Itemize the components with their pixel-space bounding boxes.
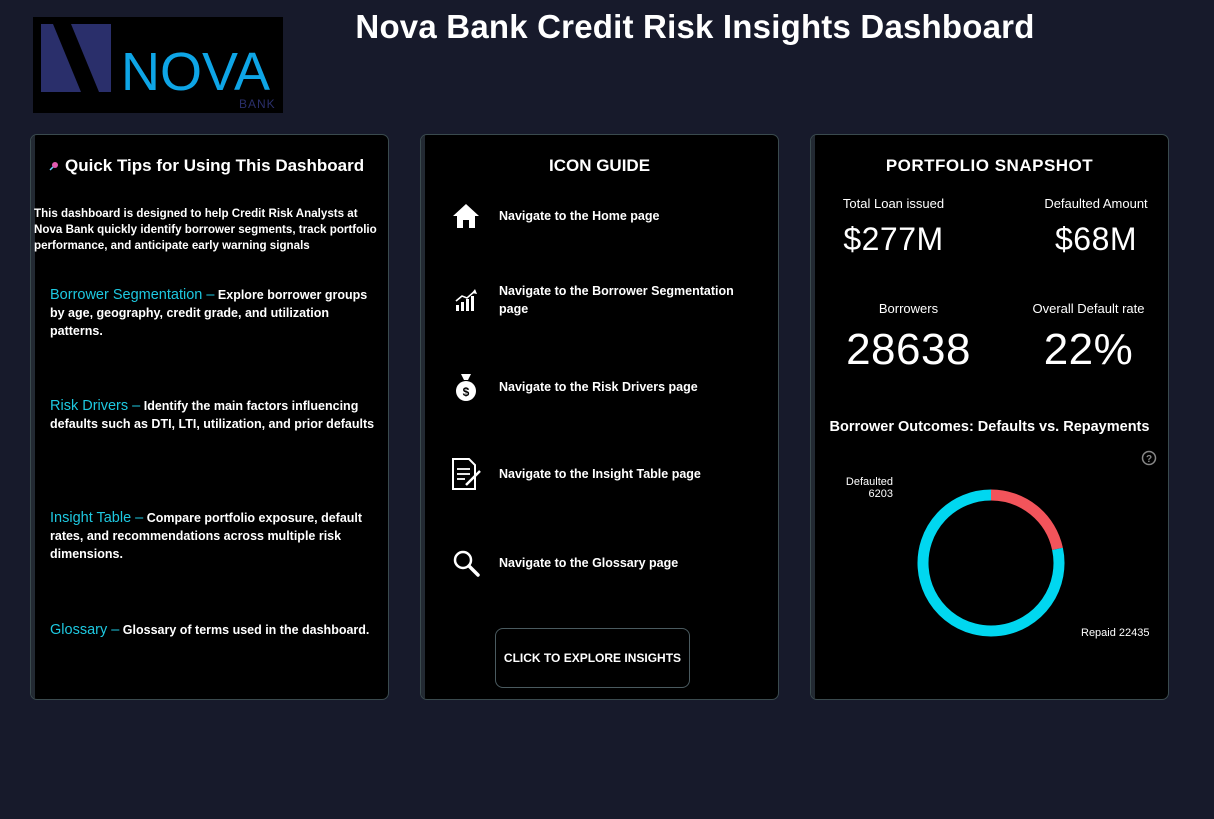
svg-text:$: $ bbox=[463, 385, 470, 399]
portfolio-snapshot-card: PORTFOLIO SNAPSHOT Total Loan issued $27… bbox=[810, 134, 1169, 700]
default-rate-value: 22% bbox=[1043, 325, 1134, 374]
defaulted-label-value: 6203 bbox=[868, 488, 893, 500]
tips-intro: This dashboard is designed to help Credi… bbox=[34, 207, 377, 252]
tip-desc: Glossary of terms used in the dashboard. bbox=[122, 623, 370, 637]
chart-icon[interactable] bbox=[449, 283, 483, 317]
guide-label: Navigate to the Home page bbox=[499, 209, 660, 223]
total-loan-label: Total Loan issued bbox=[842, 196, 945, 211]
borrowers-label: Borrowers bbox=[878, 301, 939, 316]
guide-row-home[interactable]: Navigate to the Home page bbox=[449, 199, 758, 233]
home-icon[interactable] bbox=[449, 199, 483, 233]
logo-subtext: BANK bbox=[239, 97, 276, 111]
tip-name: Risk Drivers – bbox=[50, 398, 141, 414]
outcomes-chart-title: Borrower Outcomes: Defaults vs. Repaymen… bbox=[829, 419, 1150, 435]
defaulted-amount-value: $68M bbox=[1054, 221, 1138, 257]
logo-text: NOVA bbox=[121, 42, 270, 102]
icon-guide-card: ICON GUIDE Navigate to the Home page Nav… bbox=[420, 134, 779, 700]
quick-tips-title: Quick Tips for Using This Dashboard bbox=[65, 156, 365, 175]
quick-tips-heading: Quick Tips for Using This Dashboard bbox=[49, 156, 388, 176]
guide-row-borrower-segmentation[interactable]: Navigate to the Borrower Segmentation pa… bbox=[449, 282, 758, 318]
document-icon[interactable] bbox=[449, 457, 483, 491]
defaulted-label-name: Defaulted bbox=[845, 476, 893, 488]
page-title: Nova Bank Credit Risk Insights Dashboard bbox=[355, 8, 1035, 45]
total-loan-value: $277M bbox=[843, 221, 944, 257]
repaid-data-label: Repaid 22435 bbox=[1081, 627, 1161, 639]
tip-glossary: Glossary – Glossary of terms used in the… bbox=[50, 621, 375, 639]
snapshot-title: PORTFOLIO SNAPSHOT bbox=[885, 156, 1094, 175]
tip-name: Borrower Segmentation – bbox=[50, 287, 215, 303]
nova-bank-logo: NOVA BANK bbox=[33, 17, 283, 113]
help-icon[interactable]: ? bbox=[1141, 450, 1157, 466]
search-icon[interactable] bbox=[449, 546, 483, 580]
borrowers-value: 28638 bbox=[846, 325, 971, 374]
icon-guide-title: ICON GUIDE bbox=[548, 156, 651, 175]
defaulted-amount-label: Defaulted Amount bbox=[1044, 196, 1148, 211]
donut-slice-defaulted[interactable] bbox=[990, 489, 1063, 551]
repaid-label-name: Repaid bbox=[1081, 627, 1116, 639]
tip-insight-table: Insight Table – Compare portfolio exposu… bbox=[50, 509, 375, 563]
repaid-label-value: 22435 bbox=[1118, 627, 1150, 639]
tip-name: Glossary – bbox=[50, 622, 120, 638]
svg-text:?: ? bbox=[1146, 454, 1152, 465]
guide-label: Navigate to the Glossary page bbox=[499, 556, 679, 570]
guide-row-insight-table[interactable]: Navigate to the Insight Table page bbox=[449, 457, 758, 491]
outcomes-donut-chart bbox=[911, 483, 1071, 643]
guide-label: Navigate to the Insight Table page bbox=[499, 467, 701, 481]
guide-label: Navigate to the Risk Drivers page bbox=[499, 380, 698, 394]
defaulted-data-label: Defaulted 6203 bbox=[827, 476, 893, 500]
guide-label: Navigate to the Borrower Segmentation pa… bbox=[499, 284, 734, 316]
explore-insights-button[interactable]: CLICK TO EXPLORE INSIGHTS bbox=[495, 628, 690, 688]
money-bag-icon[interactable]: $ bbox=[449, 370, 483, 404]
guide-row-risk-drivers[interactable]: $ Navigate to the Risk Drivers page bbox=[449, 370, 758, 404]
tip-name: Insight Table – bbox=[50, 510, 144, 526]
default-rate-label: Overall Default rate bbox=[1032, 301, 1145, 316]
guide-row-glossary[interactable]: Navigate to the Glossary page bbox=[449, 546, 758, 580]
tip-borrower-segmentation: Borrower Segmentation – Explore borrower… bbox=[50, 286, 375, 340]
tip-risk-drivers: Risk Drivers – Identify the main factors… bbox=[50, 397, 375, 433]
quick-tips-card: Quick Tips for Using This Dashboard This… bbox=[30, 134, 389, 700]
pushpin-icon bbox=[49, 162, 58, 171]
